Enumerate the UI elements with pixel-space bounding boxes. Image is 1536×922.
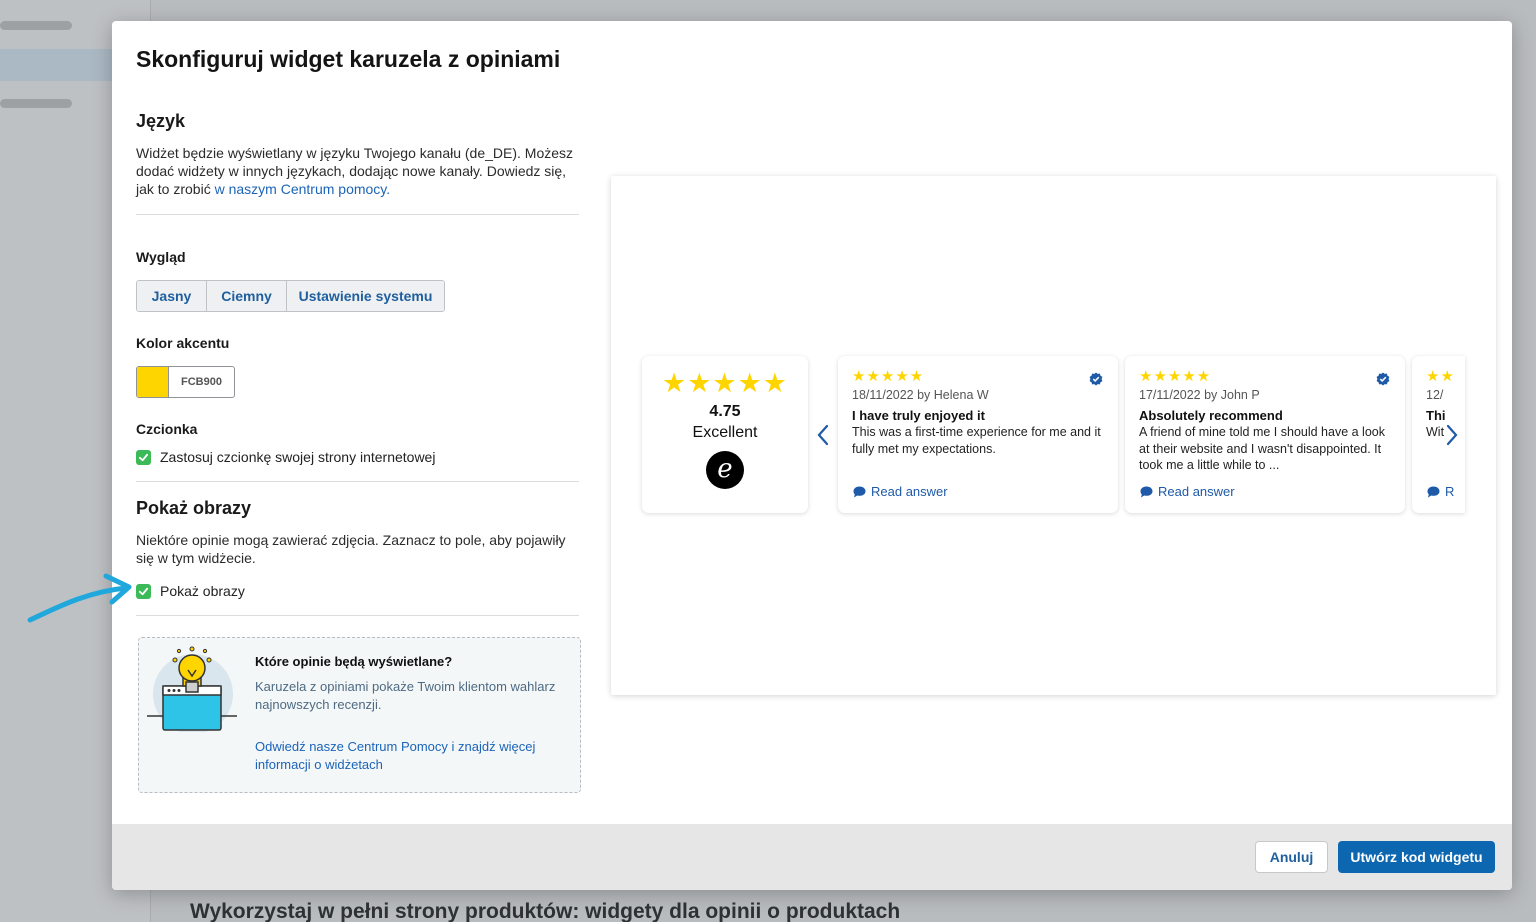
- read-answer-label: Read answer: [1158, 484, 1235, 499]
- language-description: Widżet będzie wyświetlany w języku Twoje…: [136, 144, 579, 198]
- accent-color-hex[interactable]: FCB900: [169, 367, 234, 397]
- review-card: ★★★★★ 17/11/2022 by John P Absolutely re…: [1125, 356, 1405, 513]
- speech-bubble-icon: [1427, 486, 1440, 497]
- read-answer-link[interactable]: Read answer: [853, 484, 948, 499]
- create-widget-code-button[interactable]: Utwórz kod widgetu: [1338, 841, 1495, 873]
- read-answer-label: Read answer: [871, 484, 948, 499]
- sidebar-placeholder-bar: [0, 21, 72, 30]
- review-meta: 17/11/2022 by John P: [1139, 388, 1260, 402]
- info-box: Które opinie będą wyświetlane? Karuzela …: [138, 637, 581, 793]
- accent-color-picker[interactable]: FCB900: [136, 366, 235, 398]
- review-stars: ★★★★★: [1139, 368, 1212, 385]
- website-font-checkbox[interactable]: [136, 449, 151, 465]
- speech-bubble-icon: [1140, 486, 1153, 497]
- lightbulb-laptop-icon: [147, 646, 237, 732]
- checkmark-icon: [138, 453, 149, 461]
- website-font-checkbox-row[interactable]: Zastosuj czcionkę swojej strony internet…: [136, 449, 579, 465]
- widget-preview: ★★★★★ 4.75 Excellent e ★★★★★ 18/11/2022 …: [611, 176, 1496, 695]
- rating-summary-card: ★★★★★ 4.75 Excellent e: [642, 356, 808, 513]
- cancel-button[interactable]: Anuluj: [1255, 841, 1328, 873]
- divider: [136, 615, 579, 616]
- read-answer-link[interactable]: Read answer: [1140, 484, 1235, 499]
- review-stars: ★★★★★: [852, 368, 925, 385]
- configure-widget-modal: Skonfiguruj widget karuzela z opiniami J…: [112, 21, 1512, 890]
- appearance-label: Wygląd: [136, 249, 186, 265]
- annotation-arrow-icon: [27, 573, 132, 623]
- help-center-link[interactable]: w naszym Centrum pomocy.: [215, 181, 391, 197]
- appearance-system-button[interactable]: Ustawienie systemu: [287, 281, 444, 311]
- summary-rating-value: 4.75: [709, 403, 741, 420]
- appearance-dark-button[interactable]: Ciemny: [207, 281, 287, 311]
- language-heading: Język: [136, 111, 186, 131]
- review-stars: ★★: [1426, 368, 1455, 385]
- review-meta: 18/11/2022 by Helena W: [852, 388, 989, 402]
- carousel-next-arrow-icon[interactable]: [1445, 424, 1459, 446]
- accent-color-label: Kolor akcentu: [136, 335, 230, 351]
- review-card: ★★★★★ 18/11/2022 by Helena W I have trul…: [838, 356, 1118, 513]
- sidebar-placeholder-bar: [0, 99, 72, 108]
- appearance-segmented-control: Jasny Ciemny Ustawienie systemu: [136, 280, 445, 312]
- verified-badge-icon: [1089, 372, 1103, 386]
- show-images-description: Niektóre opinie mogą zawierać zdjęcia. Z…: [136, 532, 566, 566]
- verified-badge-icon: [1376, 372, 1390, 386]
- show-images-checkbox-row[interactable]: Pokaż obrazy: [136, 583, 579, 599]
- review-meta: 12/: [1426, 388, 1444, 402]
- summary-rating-word: Excellent: [692, 424, 758, 441]
- read-answer-label: R: [1445, 484, 1455, 499]
- modal-title: Skonfiguruj widget karuzela z opiniami: [136, 46, 561, 72]
- review-body: A friend of mine told me I should have a…: [1139, 425, 1385, 472]
- read-answer-link[interactable]: R: [1427, 484, 1454, 499]
- info-box-text: Karuzela z opiniami pokaże Twoim kliento…: [255, 679, 556, 712]
- info-box-title: Które opinie będą wyświetlane?: [255, 654, 453, 669]
- divider: [136, 214, 579, 215]
- divider: [136, 481, 579, 482]
- modal-footer: Anuluj Utwórz kod widgetu: [112, 824, 1512, 890]
- info-box-help-link[interactable]: Odwiedź nasze Centrum Pomocy i znajdź wi…: [255, 738, 565, 774]
- accent-color-swatch[interactable]: [137, 367, 169, 397]
- website-font-checkbox-label: Zastosuj czcionkę swojej strony internet…: [160, 449, 436, 465]
- summary-stars: ★★★★★: [661, 368, 789, 398]
- speech-bubble-icon: [853, 486, 866, 497]
- carousel-prev-arrow-icon[interactable]: [816, 424, 830, 446]
- settings-panel: Język Widżet będzie wyświetlany w języku…: [136, 111, 579, 616]
- background-page-heading: Wykorzystaj w pełni strony produktów: wi…: [190, 900, 901, 922]
- show-images-checkbox-label: Pokaż obrazy: [160, 583, 245, 599]
- appearance-light-button[interactable]: Jasny: [137, 281, 207, 311]
- review-title: Thi: [1426, 408, 1446, 423]
- review-title: I have truly enjoyed it: [852, 408, 985, 423]
- review-body: This was a first-time experience for me …: [852, 425, 1101, 456]
- trusted-shops-logo: e: [706, 451, 744, 489]
- review-title: Absolutely recommend: [1139, 408, 1283, 423]
- show-images-heading: Pokaż obrazy: [136, 498, 252, 518]
- font-label: Czcionka: [136, 421, 198, 437]
